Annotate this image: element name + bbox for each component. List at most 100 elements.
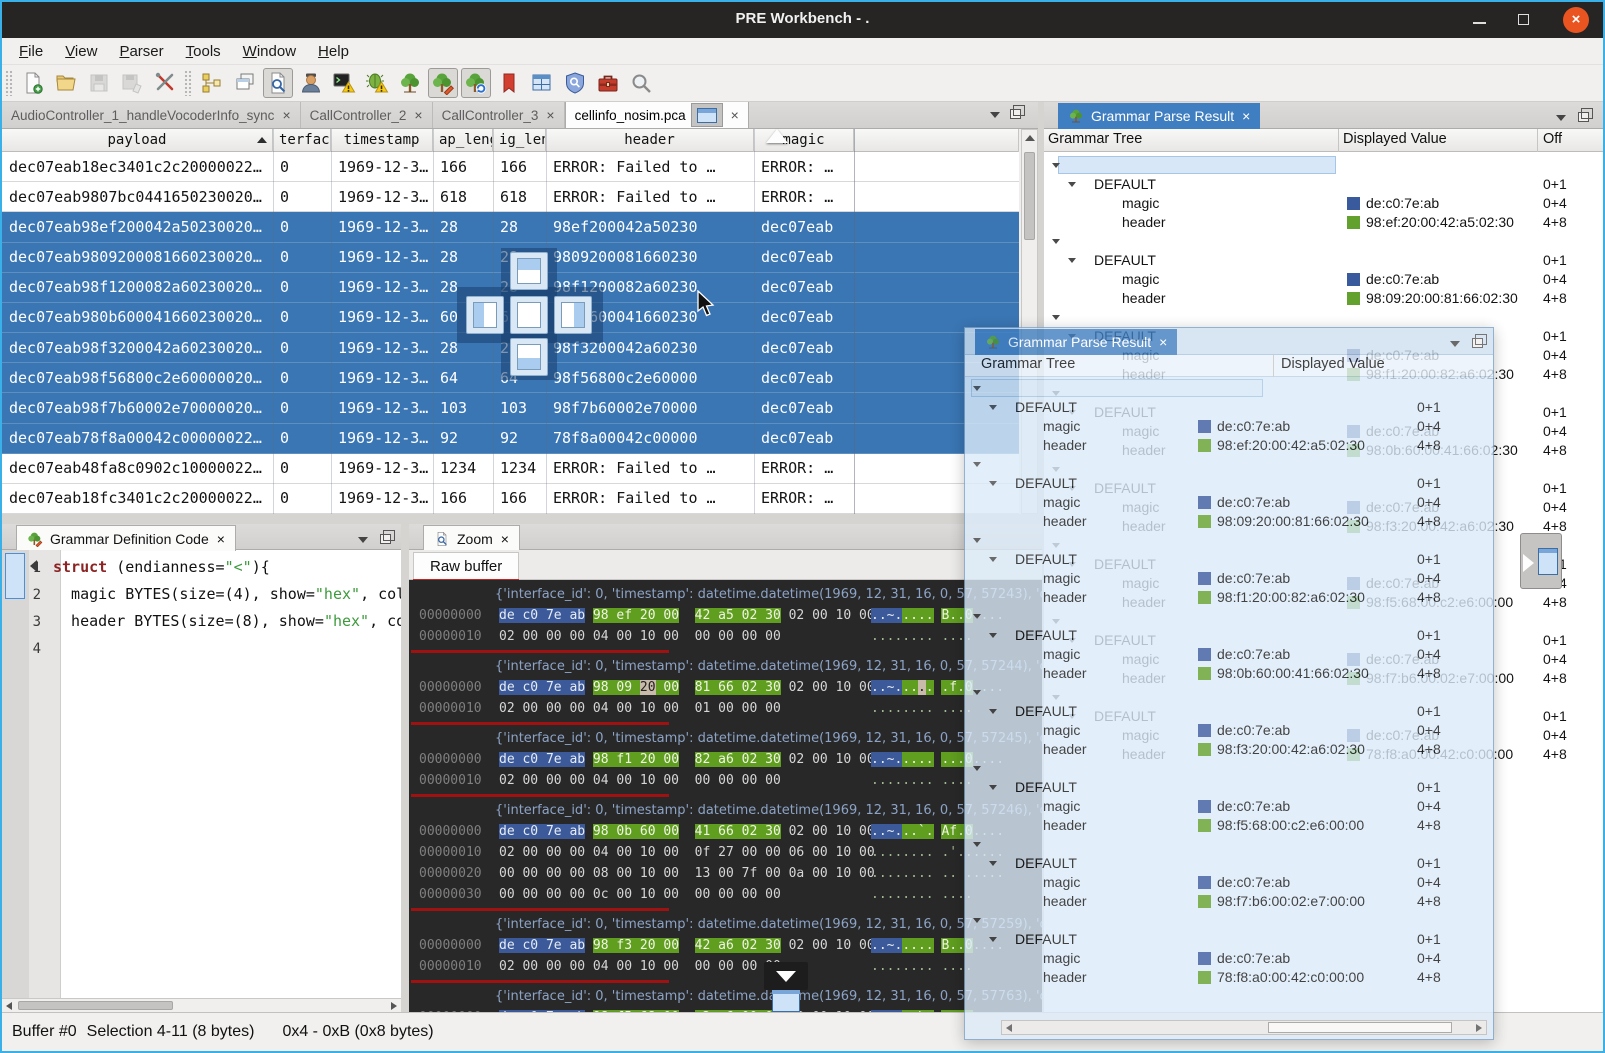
- tab-list-dropdown-icon[interactable]: [990, 112, 1000, 118]
- hex-row[interactable]: 0000002000 00 00 00 08 00 10 00 13 00 7f…: [409, 863, 1042, 884]
- tab-close-icon[interactable]: ×: [282, 107, 290, 123]
- tab-close-icon[interactable]: ×: [414, 107, 422, 123]
- table-row[interactable]: dec07eab980b600041660230020…01969-12-3…6…: [2, 303, 1019, 333]
- tree-root-row[interactable]: [965, 379, 1493, 398]
- structure-tree-icon[interactable]: [197, 68, 227, 98]
- new-file-icon[interactable]: [18, 68, 48, 98]
- code-line[interactable]: 3 header BYTES(size=(8), show="hex", col…: [29, 608, 401, 635]
- table-row[interactable]: dec07eab9807bc0441650230020…01969-12-3…6…: [2, 182, 1019, 212]
- table-row[interactable]: dec07eab18ec3401c2c20000022…01969-12-3…1…: [2, 152, 1019, 182]
- code-line[interactable]: 2 magic BYTES(size=(4), show="hex", colo…: [29, 581, 401, 608]
- table-row[interactable]: dec07eab48fa8c0902c10000022…01969-12-3…1…: [2, 454, 1019, 484]
- column-header-grammar-tree[interactable]: Grammar Tree: [1048, 131, 1142, 147]
- tree-field-row-header[interactable]: header98:f7:b6:00:02:e7:00:004+8: [965, 892, 1493, 911]
- menu-parser[interactable]: Parser: [108, 40, 174, 63]
- tree-field-row-magic[interactable]: magicde:c0:7e:ab0+4: [965, 797, 1493, 816]
- tab-grammar-definition-code[interactable]: Grammar Definition Code ×: [16, 525, 236, 551]
- hex-row[interactable]: 0000001002 00 00 00 04 00 10 00 01 00 00…: [409, 698, 1042, 719]
- tree-field-row-header[interactable]: header98:f1:20:00:82:a6:02:304+8: [965, 588, 1493, 607]
- hex-row[interactable]: 0000001002 00 00 00 04 00 10 00 0f 27 00…: [409, 842, 1042, 863]
- hex-row[interactable]: 00000000de c0 7e ab 98 0b 60 00 41 66 02…: [409, 821, 1042, 842]
- menu-view[interactable]: View: [54, 40, 108, 63]
- tree-field-row-header[interactable]: header98:0b:60:00:41:66:02:304+8: [965, 664, 1493, 683]
- tree-field-row-magic[interactable]: magicde:c0:7e:ab0+4: [965, 493, 1493, 512]
- debug-warning-icon[interactable]: [362, 68, 392, 98]
- tab-close-icon[interactable]: ×: [546, 107, 554, 123]
- tree-field-row-magic[interactable]: magicde:c0:7e:ab0+4: [965, 949, 1493, 968]
- panel-detach-icon[interactable]: [380, 534, 391, 544]
- tree-root-row[interactable]: [965, 759, 1493, 778]
- scroll-thumb[interactable]: [18, 1001, 173, 1010]
- tree-node-row[interactable]: DEFAULT0+1: [965, 854, 1493, 873]
- table-row[interactable]: dec07eab18fc3401c2c20000022…01969-12-3…1…: [2, 484, 1019, 514]
- scroll-left-icon[interactable]: [6, 1002, 12, 1010]
- tree-field-row-magic[interactable]: magicde:c0:7e:ab0+4: [965, 645, 1493, 664]
- menu-tools[interactable]: Tools: [175, 40, 232, 63]
- tree-node-row[interactable]: DEFAULT0+1: [965, 398, 1493, 417]
- tree-field-row-header[interactable]: header98:f5:68:00:c2:e6:00:004+8: [965, 816, 1493, 835]
- vertical-splitter[interactable]: [401, 524, 409, 1012]
- code-line[interactable]: 4: [29, 635, 401, 662]
- settings-tools-icon[interactable]: [150, 68, 180, 98]
- tree-field-row-header[interactable]: header78:f8:a0:00:42:c0:00:004+8: [965, 968, 1493, 987]
- tree-refresh-icon[interactable]: [461, 68, 491, 98]
- tree-node-row[interactable]: DEFAULT0+1: [1044, 251, 1603, 270]
- scroll-thumb[interactable]: [1268, 1022, 1452, 1033]
- hex-row[interactable]: 00000000de c0 7e ab 98 f3 20 00 42 a6 02…: [409, 935, 1042, 956]
- code-scroll-rail[interactable]: [2, 550, 29, 998]
- tree-field-row-header[interactable]: header98:09:20:00:81:66:02:304+8: [965, 512, 1493, 531]
- table-row[interactable]: dec07eab9809200081660230020…01969-12-3…2…: [2, 243, 1019, 273]
- tree-node-row[interactable]: DEFAULT0+1: [965, 930, 1493, 949]
- file-search-icon[interactable]: [263, 68, 293, 98]
- search-icon[interactable]: [626, 68, 656, 98]
- tree-root-row[interactable]: [1044, 232, 1603, 251]
- code-horizontal-scrollbar[interactable]: [2, 998, 401, 1012]
- toolbox-icon[interactable]: [593, 68, 623, 98]
- tree-node-row[interactable]: DEFAULT0+1: [965, 474, 1493, 493]
- scroll-thumb[interactable]: [1024, 152, 1035, 240]
- tree-field-row-header[interactable]: header98:09:20:00:81:66:02:304+8: [1044, 289, 1603, 308]
- tree-field-row-magic[interactable]: magicde:c0:7e:ab0+4: [965, 721, 1493, 740]
- tree-field-row-magic[interactable]: magicde:c0:7e:ab0+4: [965, 569, 1493, 588]
- tree-icon[interactable]: [395, 68, 425, 98]
- tab-grammar-parse-result-floating[interactable]: Grammar Parse Result ×: [975, 329, 1177, 355]
- tree-node-row[interactable]: DEFAULT0+1: [965, 626, 1493, 645]
- hex-row[interactable]: 00000000de c0 7e ab 98 f1 20 00 82 a6 02…: [409, 749, 1042, 770]
- table-row[interactable]: dec07eab78f8a00042c00000022…01969-12-3…9…: [2, 424, 1019, 454]
- floating-grammar-parse-result-window[interactable]: Grammar Parse Result × Grammar Tree Disp…: [964, 327, 1494, 1040]
- panel-detach-icon[interactable]: [1472, 338, 1483, 348]
- scroll-right-icon[interactable]: [391, 1002, 397, 1010]
- save-as-icon[interactable]: [117, 68, 147, 98]
- column-header-grammar-tree[interactable]: Grammar Tree: [981, 356, 1075, 372]
- tree-node-row[interactable]: DEFAULT0+1: [965, 702, 1493, 721]
- maximize-button[interactable]: [1511, 8, 1537, 32]
- column-header-payload[interactable]: payload: [2, 129, 273, 152]
- cascade-windows-icon[interactable]: [230, 68, 260, 98]
- tab-AudioController_1_handleVocoderInfo_sync[interactable]: AudioController_1_handleVocoderInfo_sync…: [2, 102, 301, 128]
- tree-field-row-magic[interactable]: magicde:c0:7e:ab0+4: [965, 873, 1493, 892]
- menu-help[interactable]: Help: [307, 40, 360, 63]
- panel-menu-icon[interactable]: [1556, 115, 1566, 121]
- panel-close-icon[interactable]: ×: [1242, 108, 1250, 124]
- column-header-displayed-value[interactable]: Displayed Value: [1281, 356, 1385, 372]
- tree-node-row[interactable]: DEFAULT0+1: [1044, 175, 1603, 194]
- hex-row[interactable]: 0000001002 00 00 00 04 00 10 00 00 00 00…: [409, 770, 1042, 791]
- panel-close-icon[interactable]: ×: [501, 531, 509, 547]
- tree-root-row[interactable]: [1044, 308, 1603, 327]
- grammar-tree[interactable]: DEFAULT0+1magicde:c0:7e:ab0+4header98:ef…: [965, 377, 1493, 1017]
- tab-cellinfo_nosim.pca[interactable]: cellinfo_nosim.pca×: [565, 102, 749, 128]
- scroll-right-icon[interactable]: [1476, 1024, 1482, 1032]
- horizontal-splitter[interactable]: [2, 514, 1038, 524]
- bookmark-icon[interactable]: [494, 68, 524, 98]
- tree-field-row-header[interactable]: header98:ef:20:00:42:a5:02:304+8: [1044, 213, 1603, 232]
- tree-root-row[interactable]: [965, 531, 1493, 550]
- title-bar[interactable]: PRE Workbench - . ×: [2, 2, 1603, 38]
- scroll-thumb[interactable]: [5, 553, 25, 599]
- tab-grammar-parse-result[interactable]: Grammar Parse Result ×: [1058, 103, 1260, 129]
- table-row[interactable]: dec07eab98f56800c2e60000020…01969-12-3…6…: [2, 363, 1019, 393]
- tab-close-icon[interactable]: ×: [731, 107, 739, 123]
- scroll-left-icon[interactable]: [1006, 1024, 1012, 1032]
- detach-panel-icon[interactable]: [1010, 109, 1021, 119]
- tab-raw-buffer[interactable]: Raw buffer: [413, 552, 519, 580]
- panel-menu-icon[interactable]: [358, 537, 368, 543]
